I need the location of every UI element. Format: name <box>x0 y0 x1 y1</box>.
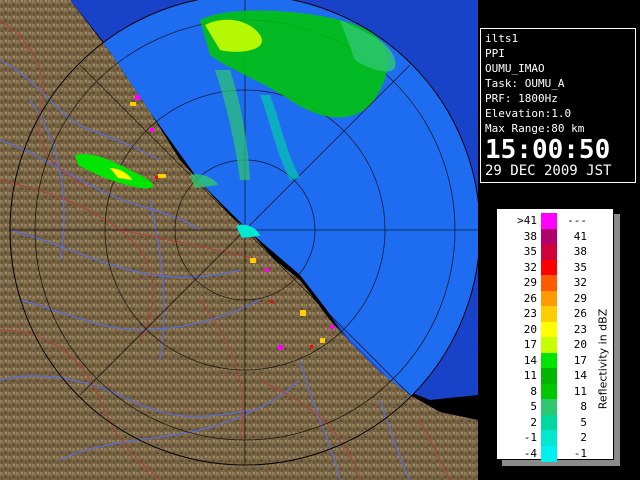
legend-high-value: 17 <box>573 353 587 367</box>
legend-high-value: 20 <box>573 338 587 351</box>
legend-low-value: >41 <box>517 214 537 227</box>
legend-high-value: 23 <box>573 322 587 336</box>
legend-high-value: 29 <box>573 291 587 305</box>
color-legend: >41 --- 38 41 35 38 32 35 29 32 26 29 23 26 20 23 17 20 14… <box>496 208 620 466</box>
legend-high-value: 2 <box>580 431 587 444</box>
legend-low-value: 26 <box>523 291 537 305</box>
scan-date: 29 DEC 2009 JST <box>485 163 612 179</box>
legend-low-value: 8 <box>530 384 537 398</box>
legend-high-value: 32 <box>573 276 587 289</box>
legend-low-value: 20 <box>523 322 537 336</box>
legend-high-value: 11 <box>573 384 587 398</box>
legend-high-value: 14 <box>573 369 587 382</box>
legend-low-value: -4 <box>523 446 537 460</box>
legend-swatch <box>541 352 557 369</box>
legend-unit-label: Reflectivity in dBZ <box>596 308 610 410</box>
legend-low-value: 32 <box>523 260 537 274</box>
legend-swatch <box>541 445 557 462</box>
legend-swatch <box>541 213 557 229</box>
legend-swatch <box>541 383 557 400</box>
legend-swatch <box>541 399 557 415</box>
legend-high-value: 8 <box>580 400 587 413</box>
legend-panel: >41 --- 38 41 35 38 32 35 29 32 26 29 23 26 20 23 17 20 14… <box>496 208 614 462</box>
scan-time: 15:00:50 <box>485 135 611 165</box>
legend-high-value: -1 <box>573 446 587 460</box>
legend-swatch <box>541 275 557 291</box>
legend-swatch <box>541 368 557 384</box>
site-name: OUMU_IMAO <box>485 62 545 75</box>
legend-swatch <box>541 259 557 276</box>
legend-high-value: 41 <box>573 229 587 243</box>
legend-swatch <box>541 430 557 446</box>
legend-high-value: --- <box>567 214 587 227</box>
radar-id: ilts1 <box>485 32 519 45</box>
legend-low-value: 2 <box>530 415 537 429</box>
legend-low-value: 38 <box>523 229 537 243</box>
legend-swatch <box>541 414 557 431</box>
legend-swatch <box>541 290 557 307</box>
legend-row: 35 38 <box>497 244 613 260</box>
legend-low-value: 11 <box>523 369 537 382</box>
legend-row: >41 --- <box>497 213 613 229</box>
max-range-value: Max Range:80 km <box>485 122 585 135</box>
legend-row: 38 41 <box>497 228 613 245</box>
legend-low-value: 23 <box>523 307 537 320</box>
prf-value: PRF: 1800Hz <box>485 92 558 105</box>
legend-swatch <box>541 306 557 322</box>
legend-low-value: 35 <box>523 245 537 258</box>
legend-low-value: 29 <box>523 276 537 289</box>
legend-swatch <box>541 228 557 245</box>
legend-low-value: 5 <box>530 400 537 413</box>
legend-low-value: 14 <box>523 353 537 367</box>
legend-high-value: 5 <box>580 415 587 429</box>
scan-mode: PPI <box>485 47 505 60</box>
legend-swatch <box>541 337 557 353</box>
info-panel: ilts1 PPI OUMU_IMAO Task: OUMU_A PRF: 18… <box>480 28 636 183</box>
legend-high-value: 26 <box>573 307 587 320</box>
legend-swatch <box>541 321 557 338</box>
legend-low-value: 17 <box>523 338 537 351</box>
legend-low-value: -1 <box>523 431 537 444</box>
legend-high-value: 38 <box>573 245 587 258</box>
radar-map <box>0 0 478 480</box>
legend-swatch <box>541 244 557 260</box>
legend-high-value: 35 <box>573 260 587 274</box>
elevation-value: Elevation:1.0 <box>485 107 572 120</box>
task-name: Task: OUMU_A <box>485 77 565 90</box>
